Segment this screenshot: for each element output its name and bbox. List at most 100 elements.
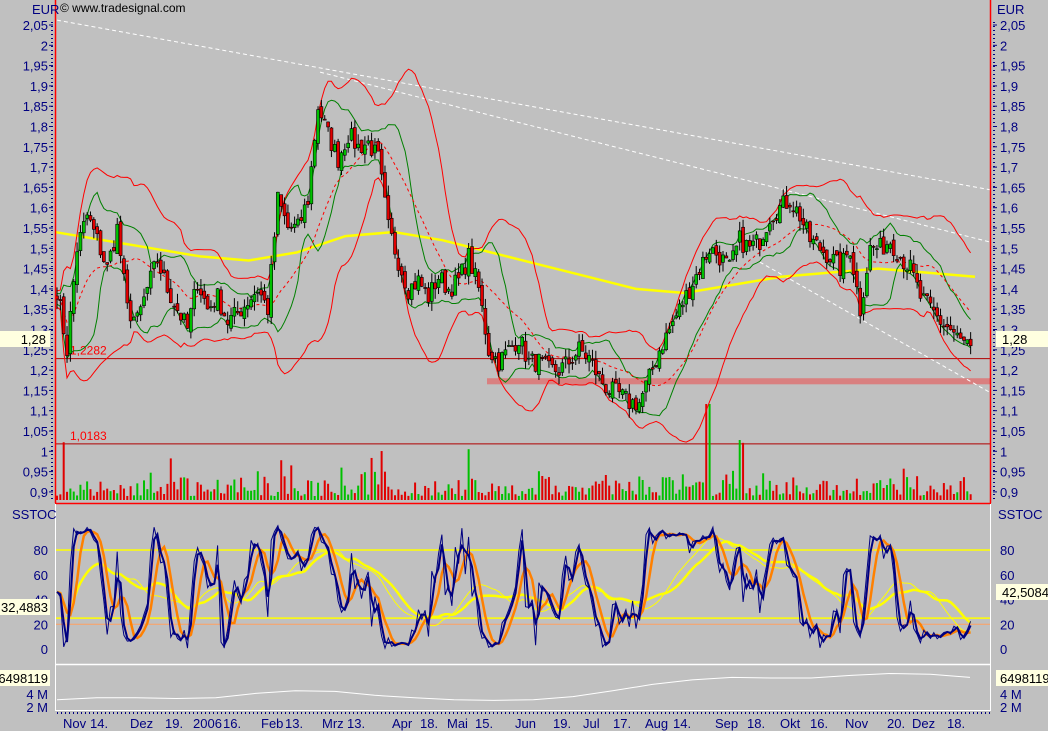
- volume-bar: [474, 480, 477, 500]
- candle-body: [945, 323, 950, 328]
- volume-bar: [504, 486, 507, 500]
- candle-body: [486, 332, 491, 356]
- time-axis-label: Apr: [392, 716, 413, 731]
- volume-bar: [618, 483, 621, 500]
- candle-body: [219, 289, 223, 315]
- time-minor-tick: [757, 712, 758, 714]
- candle-body: [128, 300, 133, 322]
- price-minor-tick: [51, 102, 53, 103]
- candle-body: [165, 270, 170, 293]
- price-tick-label-left: 1: [41, 444, 48, 459]
- candle-body: [537, 353, 541, 376]
- volume-bar: [233, 479, 236, 500]
- time-axis-label: 16.: [810, 716, 828, 731]
- price-minor-tick: [51, 386, 53, 387]
- time-minor-tick: [309, 712, 310, 714]
- volume-bar: [959, 481, 962, 500]
- time-minor-tick: [709, 712, 710, 714]
- price-minor-tick: [51, 78, 53, 79]
- price-minor-tick: [51, 286, 53, 287]
- candle-body: [436, 278, 441, 288]
- price-minor-tick: [993, 74, 995, 75]
- volume-bar: [698, 481, 701, 500]
- price-minor-tick: [993, 178, 995, 179]
- volume-bar: [112, 490, 115, 500]
- candle-body: [774, 218, 779, 221]
- time-minor-tick: [481, 712, 482, 714]
- price-minor-tick: [51, 98, 53, 99]
- time-minor-tick: [893, 712, 894, 714]
- volume-bar: [775, 484, 778, 500]
- candle-body: [322, 118, 327, 121]
- candle-body: [88, 215, 93, 221]
- candle-body: [500, 352, 504, 371]
- time-minor-tick: [789, 712, 790, 714]
- price-minor-tick: [51, 314, 53, 315]
- time-minor-tick: [293, 712, 294, 714]
- candle-body: [222, 312, 227, 317]
- volume-bar: [149, 472, 152, 500]
- price-tick-label-left: 1,05: [23, 424, 48, 439]
- volume-bar: [624, 491, 627, 500]
- price-minor-tick: [993, 322, 995, 323]
- volume-bar: [481, 492, 484, 500]
- volume-bar: [514, 494, 517, 500]
- time-minor-tick: [973, 712, 974, 714]
- candle-body: [921, 293, 926, 296]
- candle-body: [868, 245, 873, 271]
- volume-bar: [889, 478, 892, 500]
- volume-bar: [862, 491, 865, 500]
- price-minor-tick: [993, 450, 995, 451]
- volume-bar: [136, 483, 139, 500]
- price-minor-tick: [993, 462, 995, 463]
- time-minor-tick: [593, 712, 594, 714]
- candle-body: [423, 287, 427, 289]
- candle-body: [443, 269, 448, 293]
- price-minor-tick: [993, 282, 995, 283]
- candle-body: [938, 315, 943, 325]
- time-minor-tick: [917, 712, 918, 714]
- candle-body: [764, 232, 769, 243]
- price-minor-tick: [51, 214, 53, 215]
- time-minor-tick: [281, 712, 282, 714]
- volume-bar: [755, 485, 758, 500]
- time-minor-tick: [341, 712, 342, 714]
- volume-bar: [942, 483, 945, 500]
- price-minor-tick: [51, 490, 53, 491]
- volume-bar: [735, 488, 738, 500]
- volume-bar: [832, 489, 835, 500]
- price-minor-tick: [993, 458, 995, 459]
- volume-bar: [417, 494, 420, 500]
- price-minor-tick: [51, 354, 53, 355]
- time-minor-tick: [177, 712, 178, 714]
- candle-body: [617, 383, 622, 393]
- time-minor-tick: [77, 712, 78, 714]
- price-minor-tick: [51, 330, 53, 331]
- candle-body: [741, 226, 745, 253]
- volume-bar: [742, 442, 745, 500]
- candle-body: [122, 258, 126, 274]
- last-price-left: 1,28: [21, 332, 46, 347]
- candle-body: [262, 290, 267, 301]
- price-minor-tick: [993, 242, 995, 243]
- volume-bar: [591, 485, 594, 500]
- candle-body: [684, 290, 688, 305]
- time-minor-tick: [145, 712, 146, 714]
- volume-bar: [464, 489, 467, 500]
- candle-body: [634, 397, 638, 411]
- price-minor-tick: [993, 370, 995, 371]
- time-minor-tick: [569, 712, 570, 714]
- volume-bar: [216, 479, 219, 500]
- time-minor-tick: [429, 712, 430, 714]
- time-minor-tick: [509, 712, 510, 714]
- price-tick-label-right: 1,55: [1000, 221, 1025, 236]
- volume-bar: [906, 477, 909, 500]
- candle-body: [952, 329, 956, 333]
- time-minor-tick: [665, 712, 666, 714]
- time-minor-tick: [861, 712, 862, 714]
- price-tick-label-right: 1,75: [1000, 140, 1025, 155]
- candle-body: [289, 226, 294, 229]
- volume-bar: [310, 481, 313, 500]
- volume-bar: [153, 492, 156, 500]
- price-minor-tick: [51, 246, 53, 247]
